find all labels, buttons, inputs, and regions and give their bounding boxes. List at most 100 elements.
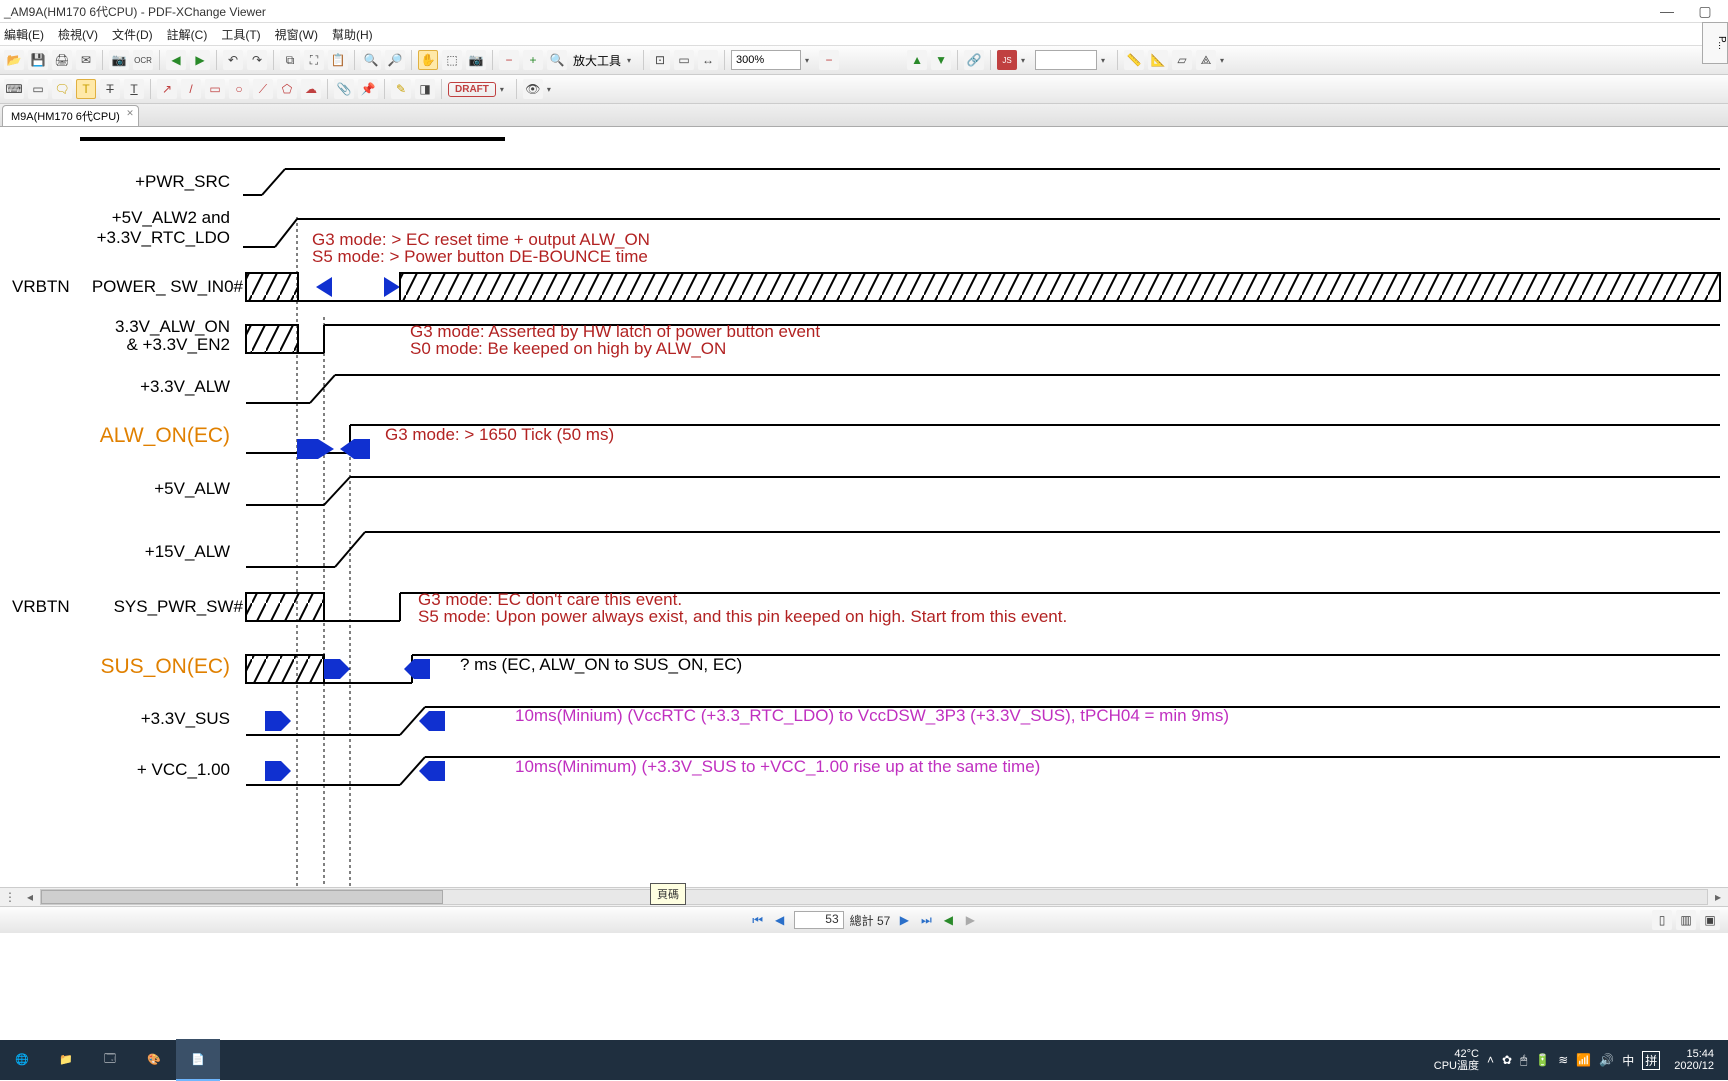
minimize-button[interactable]: — [1648,3,1686,19]
tray-volume-icon[interactable]: 🔊 [1599,1053,1614,1067]
options-corner-icon[interactable]: ⋮ [0,890,20,904]
js-icon[interactable]: JS [997,50,1017,70]
measure-area-icon[interactable]: ▱ [1172,50,1192,70]
copy-icon[interactable]: ⧉ [280,50,300,70]
menu-help[interactable]: 幫助(H) [332,26,373,43]
find-icon[interactable]: 🔍 [361,50,381,70]
ocr-icon[interactable]: OCR [133,50,153,70]
zoom-input[interactable]: 300% [731,50,801,70]
dropdown-icon[interactable]: ▾ [500,85,510,94]
forward-icon[interactable]: ▶ [190,50,210,70]
document-viewport[interactable]: +PWR_SRC +5V_ALW2 and +3.3V_RTC_LDO G3 m… [0,127,1728,887]
horizontal-scrollbar[interactable]: ⋮ ◂ ▸ [0,887,1728,906]
cloud-icon[interactable]: ☁ [301,79,321,99]
ime-mode[interactable]: 拼 [1642,1051,1660,1070]
snapshot-icon[interactable]: ⛶ [304,50,324,70]
menu-tools[interactable]: 工具(T) [221,26,260,43]
email-icon[interactable]: ✉ [76,50,96,70]
eraser-icon[interactable]: ◨ [415,79,435,99]
textbox-icon[interactable]: ▭ [28,79,48,99]
attach-icon[interactable]: 📎 [334,79,354,99]
search-icon[interactable]: 🔎 [385,50,405,70]
underline-icon[interactable]: T [124,79,144,99]
strikeout-icon[interactable]: T [100,79,120,99]
show-comments-icon[interactable]: 👁 [523,79,543,99]
scrollbar-thumb[interactable] [41,890,443,904]
zoom-tool-label[interactable]: 放大工具 [571,52,623,69]
menu-edit[interactable]: 編輯(E) [4,26,44,43]
layout-single-icon[interactable]: ▯ [1652,910,1672,930]
next-page-icon[interactable]: ▶ [896,912,912,928]
measure-dist-icon[interactable]: 📏 [1124,50,1144,70]
taskbar-app-icon[interactable]: 🗔 [88,1039,132,1081]
open-icon[interactable]: 📂 [4,50,24,70]
select-tool-icon[interactable]: ⬚ [442,50,462,70]
zoom-in-icon[interactable]: + [523,50,543,70]
paste-icon[interactable]: 📋 [328,50,348,70]
redo-icon[interactable]: ↷ [247,50,267,70]
taskbar-paint-icon[interactable]: 🎨 [132,1039,176,1081]
scan-icon[interactable]: 📷 [109,50,129,70]
side-panel-collapsed[interactable]: P... [1702,22,1728,64]
tray-flower-icon[interactable]: ✿ [1502,1053,1512,1067]
search-field[interactable] [1035,50,1097,70]
prev-page-icon[interactable]: ◀ [772,912,788,928]
nav-back-icon[interactable]: ◀ [940,912,956,928]
tray-network-icon[interactable]: ≋ [1558,1053,1568,1067]
hand-tool-icon[interactable]: ✋ [418,50,438,70]
maximize-button[interactable]: ▢ [1686,3,1724,20]
menu-window[interactable]: 視窗(W) [275,26,318,43]
layout-facing-icon[interactable]: ▣ [1700,910,1720,930]
actual-size-icon[interactable]: ⊡ [650,50,670,70]
arrow-icon[interactable]: ↗ [157,79,177,99]
tray-battery-icon[interactable]: 🔋 [1535,1053,1550,1067]
document-tab[interactable]: M9A(HM170 6代CPU) ✕ [2,105,139,126]
print-icon[interactable]: 🖨 [52,50,72,70]
stamp-draft[interactable]: DRAFT [448,82,496,97]
dropdown-icon[interactable]: ▾ [1101,56,1111,65]
ime-lang[interactable]: 中 [1622,1052,1634,1069]
tray-clock[interactable]: 15:44 2020/12 [1668,1048,1720,1072]
typewriter-icon[interactable]: ⌨ [4,79,24,99]
measure-perim-icon[interactable]: 📐 [1148,50,1168,70]
tray-wifi-icon[interactable]: 📶 [1576,1053,1591,1067]
zoom-minus-icon[interactable]: − [819,50,839,70]
menu-comments[interactable]: 註解(C) [167,26,208,43]
fit-page-icon[interactable]: ▭ [674,50,694,70]
zoom-out-icon[interactable]: − [499,50,519,70]
pin-icon[interactable]: 📌 [358,79,378,99]
snapshot-tool-icon[interactable]: 📷 [466,50,486,70]
dropdown-icon[interactable]: ▾ [1220,56,1230,65]
highlight-icon[interactable]: T [76,79,96,99]
dropdown-icon[interactable]: ▾ [1021,56,1031,65]
rect-icon[interactable]: ▭ [205,79,225,99]
nav-fwd-icon[interactable]: ▶ [962,912,978,928]
back-icon[interactable]: ◀ [166,50,186,70]
first-page-icon[interactable]: ⏮ [750,912,766,928]
dropdown-icon[interactable]: ▾ [627,56,637,65]
link-icon[interactable]: 🔗 [964,50,984,70]
page-number-input[interactable]: 53 [794,911,844,929]
tray-mouse-icon[interactable]: 🖱 [1520,1053,1527,1068]
pencil-icon[interactable]: ✎ [391,79,411,99]
scroll-right-icon[interactable]: ▸ [1708,890,1728,904]
fit-width-icon[interactable]: ↔ [698,50,718,70]
line-icon[interactable]: / [181,79,201,99]
layout-cont-icon[interactable]: ▥ [1676,910,1696,930]
windows-taskbar[interactable]: 🌐 📁 🗔 🎨 📄 42°C CPU溫度 ˄ ✿ 🖱 🔋 ≋ 📶 🔊 中 拼 1… [0,1040,1728,1080]
measure-tool-icon[interactable]: ⟁ [1196,50,1216,70]
undo-icon[interactable]: ↶ [223,50,243,70]
menu-document[interactable]: 文件(D) [112,26,153,43]
taskbar-pdfxchange-icon[interactable]: 📄 [176,1039,220,1081]
oval-icon[interactable]: ○ [229,79,249,99]
scrollbar-track[interactable] [40,889,1708,905]
taskbar-explorer-icon[interactable]: 📁 [44,1039,88,1081]
loupe-icon[interactable]: 🔍 [547,50,567,70]
menu-view[interactable]: 檢視(V) [58,26,98,43]
note-icon[interactable]: 🗨 [52,79,72,99]
scroll-left-icon[interactable]: ◂ [20,890,40,904]
polyline-icon[interactable]: ⟋ [253,79,273,99]
tray-chevron-icon[interactable]: ˄ [1487,1053,1494,1067]
nav-down-icon[interactable]: ▼ [931,50,951,70]
dropdown-icon[interactable]: ▾ [805,56,815,65]
